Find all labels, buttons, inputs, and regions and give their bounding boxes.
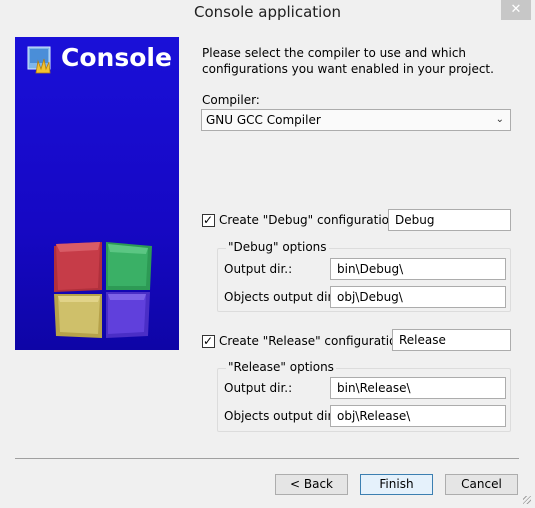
release-name-input[interactable]: Release bbox=[392, 329, 511, 351]
debug-objects-dir-label: Objects output dir.: bbox=[224, 290, 340, 304]
finish-button[interactable]: Finish bbox=[360, 474, 433, 495]
footer-separator bbox=[15, 458, 519, 459]
release-output-dir-input[interactable]: bin\Release\ bbox=[330, 377, 506, 399]
release-options-title: "Release" options bbox=[226, 360, 336, 374]
compiler-label: Compiler: bbox=[202, 93, 260, 107]
release-checkbox[interactable]: ✓ bbox=[202, 333, 215, 348]
release-objects-dir-label: Objects output dir.: bbox=[224, 409, 340, 423]
compiler-selected-value: GNU GCC Compiler bbox=[206, 113, 321, 127]
release-objects-dir-input[interactable]: obj\Release\ bbox=[330, 405, 506, 427]
checkmark-icon: ✓ bbox=[203, 212, 214, 227]
back-button[interactable]: < Back bbox=[275, 474, 348, 495]
title-bar: Console application ✕ bbox=[0, 0, 535, 26]
resize-grip-icon[interactable] bbox=[523, 496, 531, 504]
banner-title: Console bbox=[61, 43, 172, 72]
debug-checkbox-label: Create "Debug" configuration: bbox=[219, 213, 401, 227]
release-output-dir-label: Output dir.: bbox=[224, 381, 293, 395]
codeblocks-logo-icon bbox=[27, 46, 51, 74]
release-checkbox-row[interactable]: ✓ Create "Release" configuration: bbox=[202, 334, 408, 348]
close-button[interactable]: ✕ bbox=[501, 0, 531, 20]
debug-checkbox-row[interactable]: ✓ Create "Debug" configuration: bbox=[202, 213, 401, 227]
wizard-description: Please select the compiler to use and wh… bbox=[202, 46, 494, 76]
cancel-button[interactable]: Cancel bbox=[445, 474, 518, 495]
window-title: Console application bbox=[193, 3, 342, 21]
chevron-down-icon: ⌄ bbox=[495, 114, 504, 125]
release-checkbox-label: Create "Release" configuration: bbox=[219, 334, 409, 348]
debug-name-input[interactable]: Debug bbox=[388, 209, 511, 231]
debug-checkbox[interactable]: ✓ bbox=[202, 212, 215, 227]
debug-output-dir-input[interactable]: bin\Debug\ bbox=[330, 258, 506, 280]
checkmark-icon: ✓ bbox=[203, 333, 214, 348]
debug-options-title: "Debug" options bbox=[226, 240, 329, 254]
compiler-select[interactable]: GNU GCC Compiler ⌄ bbox=[201, 109, 511, 131]
wizard-banner: Console bbox=[15, 37, 179, 350]
debug-output-dir-label: Output dir.: bbox=[224, 262, 293, 276]
debug-objects-dir-input[interactable]: obj\Debug\ bbox=[330, 286, 506, 308]
codeblocks-cubes-icon bbox=[54, 242, 152, 338]
